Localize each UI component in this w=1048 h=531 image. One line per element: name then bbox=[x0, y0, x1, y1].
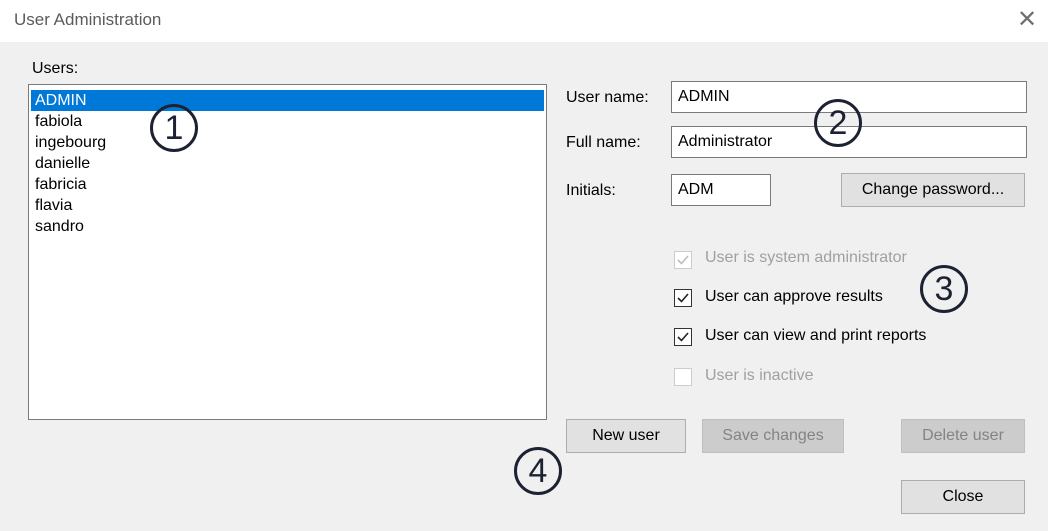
list-item-user[interactable]: fabiola bbox=[31, 111, 544, 132]
users-listbox[interactable]: ADMIN fabiola ingebourg danielle fabrici… bbox=[28, 84, 547, 420]
checkmark-icon bbox=[677, 332, 689, 342]
checkmark-icon bbox=[677, 293, 689, 303]
full-name-label: Full name: bbox=[566, 134, 641, 151]
approve-results-checkbox[interactable] bbox=[674, 289, 692, 307]
initials-input[interactable]: ADM bbox=[671, 174, 771, 206]
window-title: User Administration bbox=[14, 10, 162, 29]
approve-results-label: User can approve results bbox=[705, 288, 883, 305]
view-reports-label: User can view and print reports bbox=[705, 327, 927, 344]
inactive-checkbox[interactable] bbox=[674, 368, 692, 386]
title-bar: User Administration ✕ bbox=[0, 0, 1048, 42]
callout-marker-1: 1 bbox=[150, 104, 198, 152]
users-label: Users: bbox=[32, 60, 79, 77]
close-button[interactable]: Close bbox=[901, 480, 1025, 514]
change-password-button[interactable]: Change password... bbox=[841, 173, 1025, 207]
delete-user-button[interactable]: Delete user bbox=[901, 419, 1025, 453]
checkmark-icon bbox=[677, 255, 689, 265]
callout-marker-4: 4 bbox=[514, 447, 562, 495]
view-reports-checkbox[interactable] bbox=[674, 328, 692, 346]
initials-label: Initials: bbox=[566, 182, 616, 199]
list-item-user[interactable]: danielle bbox=[31, 153, 544, 174]
list-item-user[interactable]: flavia bbox=[31, 195, 544, 216]
new-user-button[interactable]: New user bbox=[566, 419, 686, 453]
user-name-label: User name: bbox=[566, 89, 649, 106]
callout-marker-2: 2 bbox=[814, 99, 862, 147]
list-item-user[interactable]: ingebourg bbox=[31, 132, 544, 153]
system-admin-label: User is system administrator bbox=[705, 249, 907, 266]
save-changes-button[interactable]: Save changes bbox=[702, 419, 844, 453]
inactive-label: User is inactive bbox=[705, 367, 814, 384]
system-admin-checkbox[interactable] bbox=[674, 251, 692, 269]
list-item-user[interactable]: sandro bbox=[31, 216, 544, 237]
close-icon[interactable]: ✕ bbox=[1014, 7, 1040, 33]
callout-marker-3: 3 bbox=[920, 265, 968, 313]
list-item-user[interactable]: ADMIN bbox=[31, 90, 544, 111]
list-item-user[interactable]: fabricia bbox=[31, 174, 544, 195]
